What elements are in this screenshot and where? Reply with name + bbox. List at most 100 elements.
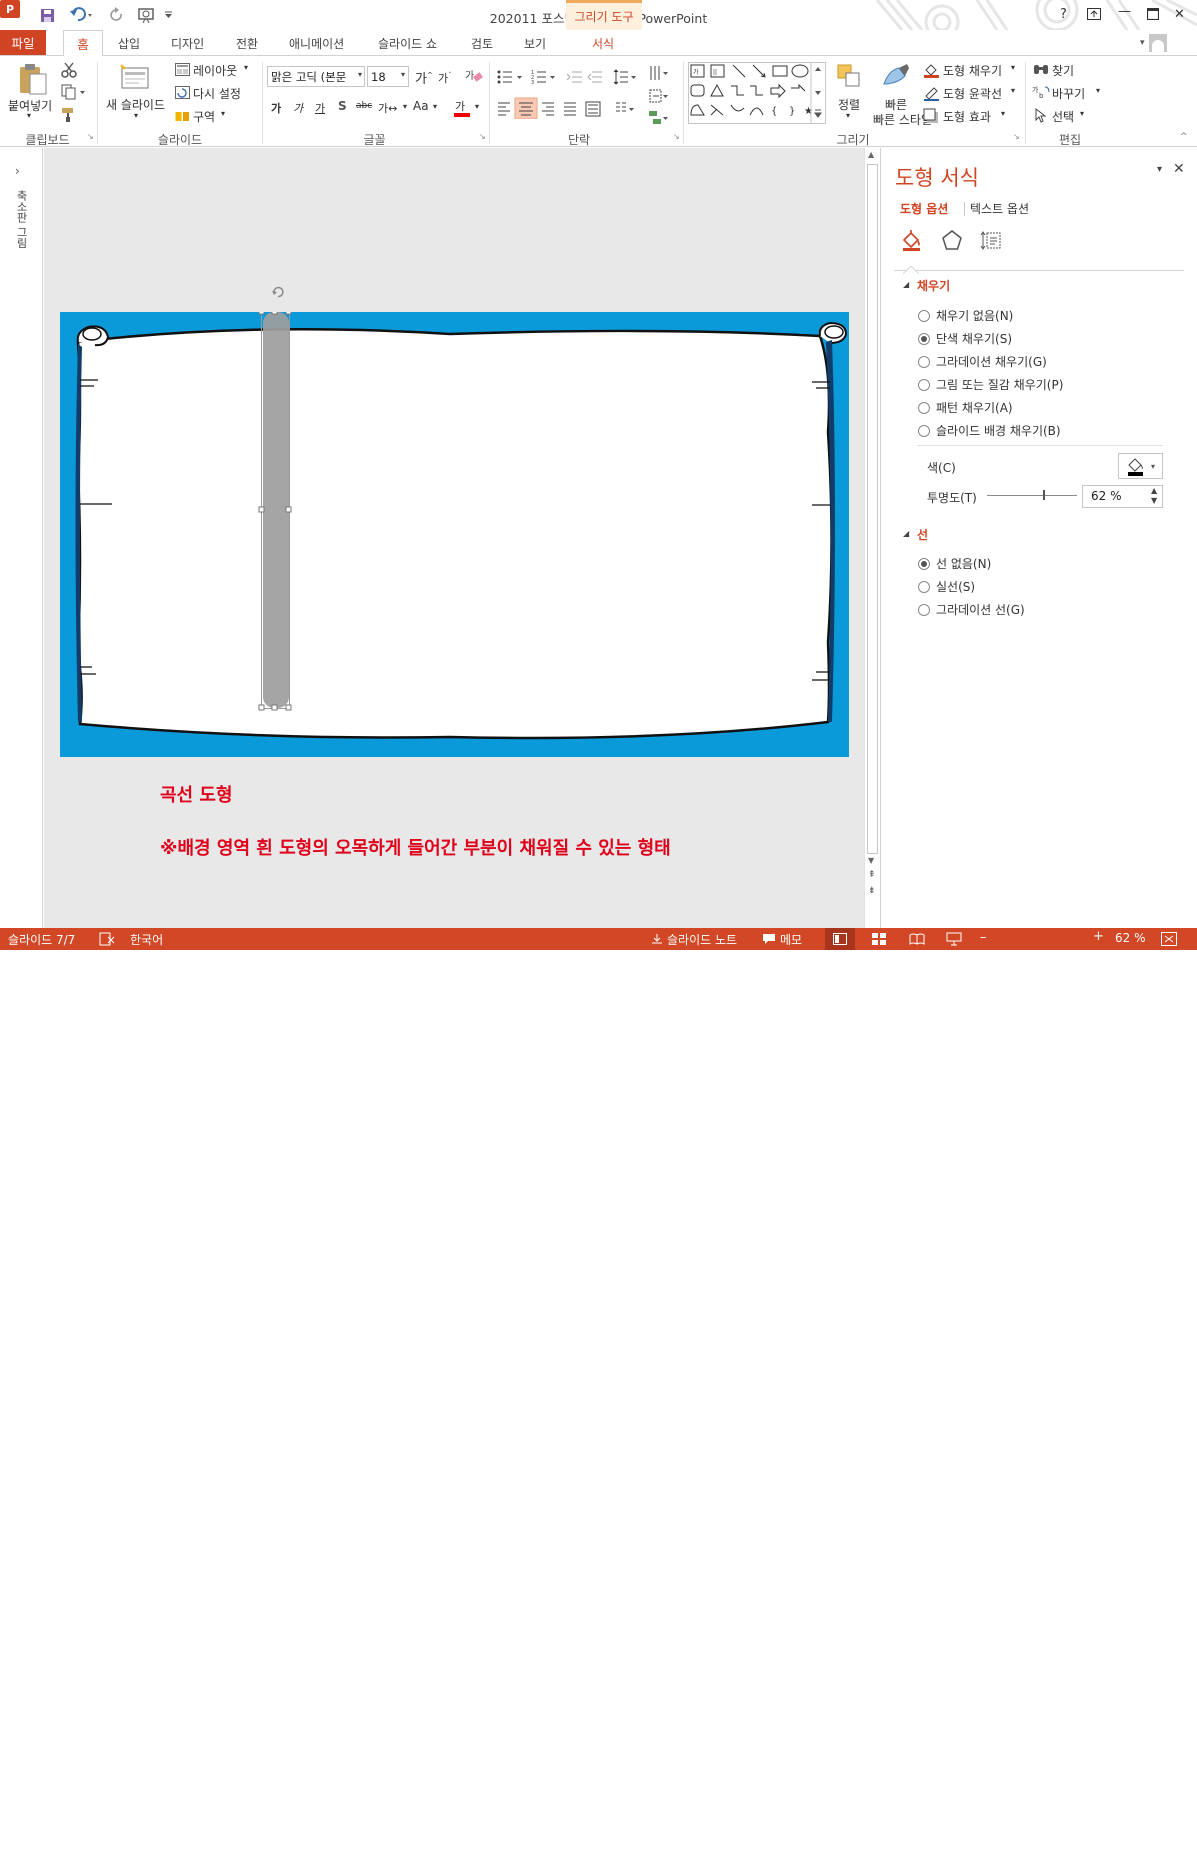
tab-file[interactable]: 파일 [0,30,46,55]
notes-icon[interactable] [650,932,664,949]
radio-no-fill[interactable]: 채우기 없음(N) [918,307,1013,324]
tab-slideshow[interactable]: 슬라이드 쇼 [378,35,437,52]
font-color-icon[interactable]: 가 [452,97,472,119]
radio-gradient-line[interactable]: 그라데이션 선(G) [918,601,1025,618]
tab-format[interactable]: 서식 [592,35,614,52]
scroll-down-icon[interactable]: ▼ [868,856,874,865]
radio-no-line[interactable]: 선 없음(N) [918,555,991,572]
collapse-fill-icon[interactable]: ◢ [903,280,909,289]
shape-fill-label[interactable]: 도형 채우기 [943,62,1002,79]
collapse-line-icon[interactable]: ◢ [903,529,909,538]
bold-icon[interactable]: 가 [271,100,281,116]
decrease-font-size-icon[interactable]: 가ˇ [438,70,452,86]
color-picker-button[interactable]: ▾ [1118,453,1163,479]
font-size-dropdown-icon[interactable]: ▾ [401,70,405,79]
transparency-spinbox[interactable]: 62 % ▲ ▼ [1082,485,1163,508]
account-area[interactable]: ▾ [1140,33,1190,53]
select-label[interactable]: 선택 [1052,108,1074,125]
line-section-header[interactable]: 선 [917,526,928,543]
shadow-icon[interactable]: S [338,99,347,113]
tab-transitions[interactable]: 전환 [236,35,258,52]
language-indicator[interactable]: 한국어 [130,931,163,948]
radio-solid-fill[interactable]: 단색 채우기(S) [918,330,1012,347]
layout-icon[interactable] [174,62,190,76]
radio-dot[interactable] [918,424,930,437]
clipboard-launcher-icon[interactable]: ↘ [87,132,94,141]
radio-dot[interactable] [918,378,930,391]
copy-icon[interactable] [60,83,88,101]
arrange-icon[interactable] [834,61,864,91]
radio-dot[interactable] [918,580,930,593]
radio-dot-selected[interactable] [918,557,930,570]
radio-dot[interactable] [918,309,930,322]
size-properties-icon[interactable] [980,228,1004,252]
shape-fill-icon[interactable] [922,61,940,79]
collapse-ribbon-icon[interactable]: ^ [1180,132,1188,142]
drawing-launcher-icon[interactable]: ↘ [1013,132,1020,141]
convert-to-smartart-icon[interactable] [648,108,670,128]
reset-icon[interactable] [174,85,190,99]
normal-view-button[interactable] [825,928,855,950]
character-spacing-dropdown-icon[interactable]: ▾ [403,102,407,111]
selected-curve-shape[interactable] [263,312,289,708]
replace-dropdown-icon[interactable]: ▾ [1096,86,1100,95]
reset-label[interactable]: 다시 설정 [193,85,241,102]
radio-pattern-fill[interactable]: 패턴 채우기(A) [918,399,1013,416]
spell-check-icon[interactable] [99,932,115,949]
select-dropdown-icon[interactable]: ▾ [1080,109,1084,118]
section-dropdown-icon[interactable]: ▾ [221,109,225,118]
scroll-up-icon[interactable]: ▲ [868,150,874,159]
close-button[interactable]: ✕ [1174,7,1185,22]
reading-view-icon[interactable] [909,933,925,948]
ribbon-display-options-icon[interactable] [1087,8,1101,24]
zoom-out-icon[interactable]: – [980,930,987,945]
strikethrough-icon[interactable]: abc [356,101,372,111]
replace-icon[interactable]: 가b [1031,84,1051,100]
rotation-handle-icon[interactable] [271,285,285,299]
text-direction-icon[interactable] [648,63,670,83]
layout-dropdown-icon[interactable]: ▾ [244,63,248,72]
section-label[interactable]: 구역 [193,108,215,125]
change-case-icon[interactable]: Aa [413,99,429,113]
tab-home[interactable]: 홈 [63,30,103,56]
font-size-select[interactable]: 18 ▾ [367,66,409,87]
align-text-icon[interactable] [648,86,670,106]
fill-and-line-icon[interactable] [900,228,924,252]
tab-review[interactable]: 검토 [471,35,493,52]
change-case-dropdown-icon[interactable]: ▾ [433,102,437,111]
fill-section-header[interactable]: 채우기 [917,277,950,294]
new-slide-dropdown-icon[interactable]: ▾ [134,111,138,120]
new-slide-icon[interactable] [118,62,152,92]
slide-sorter-icon[interactable] [872,933,886,948]
select-cursor-icon[interactable] [1033,107,1049,123]
comments-button[interactable]: 메모 [780,931,802,948]
comments-icon[interactable] [762,933,776,948]
find-icon[interactable] [1033,61,1049,77]
tab-animations[interactable]: 애니메이션 [289,35,344,52]
thumbnails-label[interactable]: 축소판 그림 [13,190,29,249]
alignment-icons[interactable] [496,97,646,120]
shape-outline-label[interactable]: 도형 윤곽선 [943,85,1002,102]
clear-formatting-icon[interactable]: 가 [465,67,483,85]
paragraph-launcher-icon[interactable]: ↘ [673,132,680,141]
tab-design[interactable]: 디자인 [171,35,204,52]
format-painter-icon[interactable] [60,106,78,124]
font-name-select[interactable]: 맑은 고딕 (본문 ▾ [267,66,365,87]
radio-dot[interactable] [918,355,930,368]
next-slide-icon[interactable]: ⇟ [868,886,876,896]
radio-gradient-fill[interactable]: 그라데이션 채우기(G) [918,353,1047,370]
color-dropdown-icon[interactable]: ▾ [1151,462,1155,471]
zoom-slider-thumb[interactable] [1018,1861,1022,1872]
tab-insert[interactable]: 삽입 [118,35,140,52]
scroll-shape[interactable] [76,327,833,740]
font-color-dropdown-icon[interactable]: ▾ [475,102,479,111]
font-name-dropdown-icon[interactable]: ▾ [357,70,362,79]
minimize-button[interactable]: — [1118,4,1131,19]
zoom-in-icon[interactable]: + [1093,929,1104,944]
radio-dot-selected[interactable] [918,332,930,345]
radio-slide-background-fill[interactable]: 슬라이드 배경 채우기(B) [918,422,1061,439]
section-icon[interactable] [174,108,190,122]
increase-font-size-icon[interactable]: 가^ [415,68,433,87]
scroll-thumb[interactable] [867,164,878,854]
slide-counter[interactable]: 슬라이드 7/7 [8,931,75,948]
